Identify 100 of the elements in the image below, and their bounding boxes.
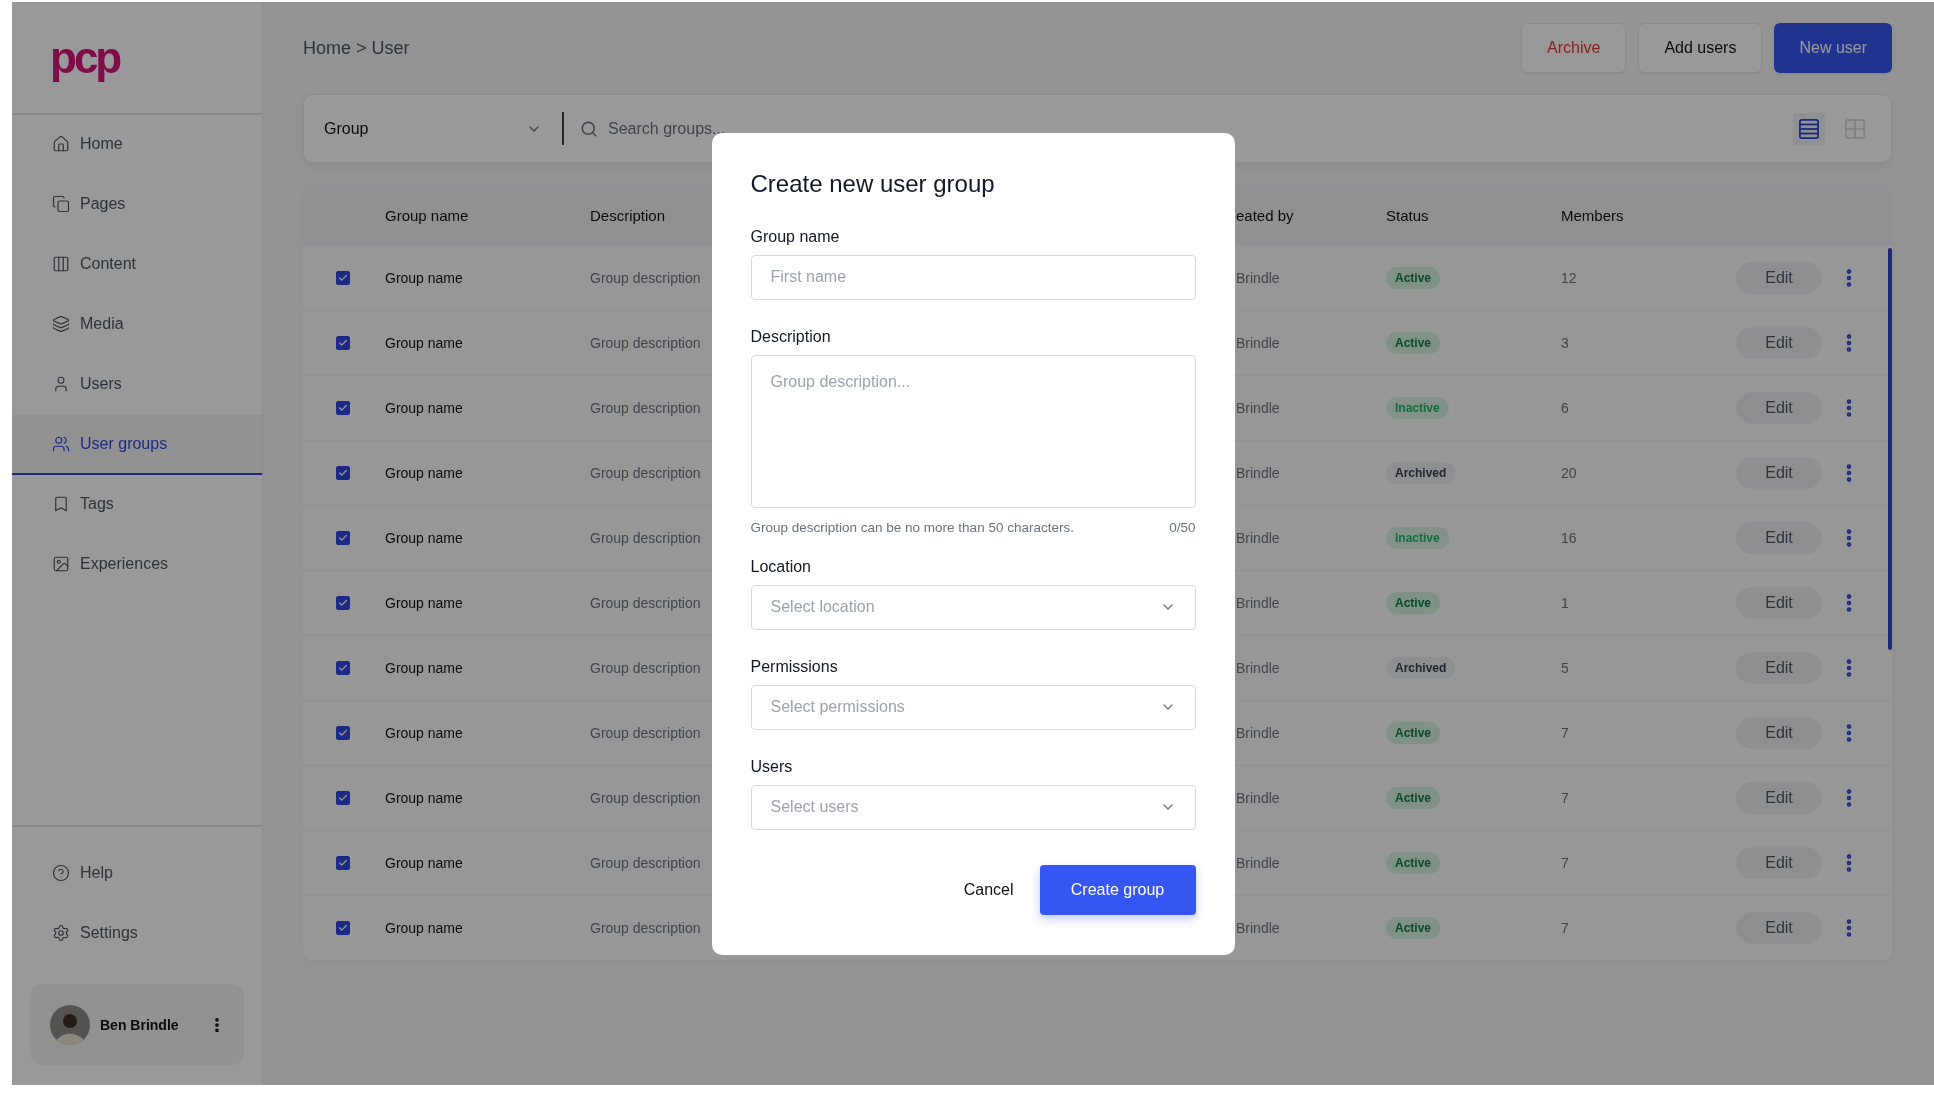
table-cell: Group name [385,725,463,741]
table-cell: Brindle [1236,725,1280,741]
filter-dropdown[interactable]: Group [324,119,542,138]
table-cell: 7 [1561,855,1569,871]
status-badge: Active [1386,852,1441,874]
textarea-field[interactable]: Group description... [750,354,1196,508]
edit-button[interactable]: Edit [1736,717,1822,749]
sidebar-item[interactable]: Users [12,355,262,415]
check-icon [338,793,348,803]
grid-view-icon [1845,117,1865,140]
table-cell: Group description [590,855,701,871]
home-icon [52,135,70,153]
edit-button[interactable]: Edit [1736,587,1822,619]
action-button[interactable]: Add users [1638,23,1763,73]
sidebar-item[interactable]: Settings [12,904,262,964]
edit-button[interactable]: Edit [1736,912,1822,944]
input-field[interactable]: First name [750,254,1196,300]
check-icon [338,923,348,933]
status-badge: Active [1386,332,1441,354]
sidebar-item[interactable]: Home [12,115,262,175]
status-badge: Active [1386,917,1441,939]
sidebar-item[interactable]: Media [12,295,262,355]
column-header: eated by [1236,207,1294,224]
edit-button[interactable]: Edit [1736,392,1822,424]
checkbox[interactable] [336,726,350,740]
checkbox[interactable] [336,921,350,935]
table-cell: 16 [1561,530,1577,546]
select-field[interactable]: Select permissions [750,684,1196,730]
check-icon [338,858,348,868]
column-header: Status [1386,207,1429,224]
table-cell: Brindle [1236,400,1280,416]
table-cell: Group name [385,530,463,546]
search-field[interactable]: Search groups... [606,118,1779,139]
scrollbar[interactable] [1888,248,1892,650]
table-cell: Group name [385,855,463,871]
checkbox[interactable] [336,791,350,805]
table-cell: Group description [590,595,701,611]
field-label: Permissions [750,656,839,676]
list-view-icon [1799,117,1819,140]
table-cell: Group description [590,335,701,351]
check-icon [338,663,348,673]
table-cell: Brindle [1236,465,1280,481]
table-cell: Brindle [1236,595,1280,611]
user-card[interactable]: Ben Brindle [30,984,244,1065]
table-cell: Group name [385,660,463,676]
dialog-title: Create new user group [750,168,996,198]
edit-button[interactable]: Edit [1736,522,1822,554]
check-icon [338,273,348,283]
checkbox[interactable] [336,856,350,870]
checkbox[interactable] [336,336,350,350]
view-toggle[interactable] [1793,112,1825,145]
select-field[interactable]: Select location [750,584,1196,630]
edit-button[interactable]: Edit [1736,847,1822,879]
field-hint: Group description can be no more than 50 characters. [750,519,1074,535]
primary-button[interactable]: New user [1774,23,1892,73]
status-badge: Active [1386,722,1441,744]
sidebar-item[interactable]: Help [12,844,262,904]
table-cell: Group description [590,725,701,741]
table-cell: Brindle [1236,790,1280,806]
image-icon [52,555,70,573]
checkbox[interactable] [336,661,350,675]
table-cell: Group description [590,400,701,416]
select-field[interactable]: Select users [750,784,1196,830]
column-header: Description [590,207,666,224]
checkbox[interactable] [336,466,350,480]
edit-button[interactable]: Edit [1736,652,1822,684]
sidebar-item[interactable]: Tags [12,475,262,535]
edit-button[interactable]: Edit [1736,262,1822,294]
table-cell: 12 [1561,270,1577,286]
checkbox[interactable] [336,531,350,545]
table-cell: Brindle [1236,335,1280,351]
checkbox[interactable] [336,271,350,285]
table-cell: Group description [590,660,701,676]
status-badge: Active [1386,592,1441,614]
action-button[interactable]: Archive [1521,23,1627,73]
table-cell: Group name [385,400,463,416]
status-badge: Active [1386,267,1441,289]
sidebar-item[interactable]: Content [12,235,262,295]
edit-button[interactable]: Edit [1736,457,1822,489]
field-label: Description [750,326,832,346]
user-icon [52,375,70,393]
status-badge: Inactive [1386,527,1449,549]
table-cell: Brindle [1236,855,1280,871]
cancel-button[interactable]: Cancel [963,876,1014,903]
check-icon [338,403,348,413]
table-cell: Group name [385,920,463,936]
sidebar-item[interactable]: Pages [12,175,262,235]
checkbox[interactable] [336,596,350,610]
edit-button[interactable]: Edit [1736,782,1822,814]
table-cell: 7 [1561,725,1569,741]
table-cell: Group name [385,595,463,611]
sidebar-item[interactable]: User groups [12,415,262,475]
table-cell: 5 [1561,660,1569,676]
edit-button[interactable]: Edit [1736,327,1822,359]
checkbox[interactable] [336,401,350,415]
create-button[interactable]: Create group [1039,864,1196,915]
field-label: Users [750,756,794,776]
table-cell: 20 [1561,465,1577,481]
table-cell: Brindle [1236,920,1280,936]
sidebar-item[interactable]: Experiences [12,535,262,595]
